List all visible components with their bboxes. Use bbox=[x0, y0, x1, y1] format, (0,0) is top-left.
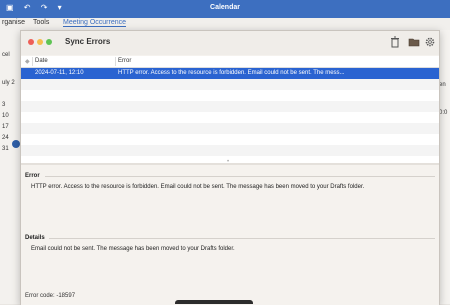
section-divider bbox=[49, 238, 435, 239]
sync-errors-window: Sync Errors ◆ Date Error 2024-07-11, 12:… bbox=[20, 30, 440, 305]
table-row[interactable]: 2024-07-11, 12:10 HTTP error. Access to … bbox=[21, 68, 439, 79]
details-message: Email could not be sent. The message has… bbox=[31, 246, 235, 252]
empty-row bbox=[21, 134, 439, 145]
right-fragment: 0:0 bbox=[439, 110, 448, 116]
month-fragment: uly 2 bbox=[2, 80, 15, 86]
error-section-title: Error bbox=[25, 173, 40, 179]
calendar-day[interactable]: 3 bbox=[2, 102, 5, 108]
empty-row bbox=[21, 79, 439, 90]
empty-row bbox=[21, 123, 439, 134]
section-divider bbox=[45, 176, 435, 177]
row-date: 2024-07-11, 12:10 bbox=[35, 70, 84, 76]
calendar-day[interactable]: 17 bbox=[2, 124, 9, 130]
trash-icon[interactable] bbox=[389, 36, 401, 48]
row-error: HTTP error. Access to the resource is fo… bbox=[118, 70, 345, 76]
close-button[interactable] bbox=[28, 39, 34, 45]
date-column-header[interactable]: Date bbox=[35, 58, 48, 64]
tab-meeting-occurrence[interactable]: Meeting Occurrence bbox=[63, 19, 127, 27]
calendar-day[interactable]: 31 bbox=[2, 146, 9, 152]
calendar-day[interactable]: 24 bbox=[2, 135, 9, 141]
window-titlebar: Sync Errors bbox=[21, 31, 439, 55]
zoom-button[interactable] bbox=[46, 39, 52, 45]
detail-panel: Error HTTP error. Access to the resource… bbox=[21, 165, 439, 305]
empty-row bbox=[21, 90, 439, 101]
mini-calendar-fragment: cel uly 2 3 10 17 24 31 bbox=[0, 30, 20, 304]
today-indicator bbox=[12, 140, 20, 148]
right-fragment: en bbox=[439, 82, 446, 88]
error-code: Error code: -18597 bbox=[25, 293, 76, 299]
tab-tools[interactable]: Tools bbox=[33, 19, 49, 26]
error-column-header[interactable]: Error bbox=[118, 58, 131, 64]
empty-row bbox=[21, 145, 439, 156]
app-titlebar: ▣ ↶ ↷ ▾ Calendar bbox=[0, 0, 450, 18]
column-divider[interactable] bbox=[32, 57, 33, 66]
app-title: Calendar bbox=[210, 4, 240, 11]
minimize-button[interactable] bbox=[37, 39, 43, 45]
empty-row bbox=[21, 101, 439, 112]
column-divider[interactable] bbox=[115, 57, 116, 66]
folder-icon[interactable] bbox=[408, 36, 420, 48]
dock-fragment bbox=[175, 300, 253, 304]
calendar-day[interactable]: 10 bbox=[2, 113, 9, 119]
details-section-title: Details bbox=[25, 235, 45, 241]
empty-row bbox=[21, 112, 439, 123]
sync-errors-table: ◆ Date Error 2024-07-11, 12:10 HTTP erro… bbox=[21, 56, 439, 163]
gear-icon[interactable] bbox=[424, 36, 436, 48]
cancel-fragment: cel bbox=[2, 52, 10, 58]
window-title: Sync Errors bbox=[65, 37, 111, 46]
error-message: HTTP error. Access to the resource is fo… bbox=[31, 184, 365, 190]
tab-organise[interactable]: rganise bbox=[2, 19, 25, 26]
table-header: ◆ Date Error bbox=[21, 56, 439, 68]
status-column-header[interactable]: ◆ bbox=[25, 58, 30, 65]
